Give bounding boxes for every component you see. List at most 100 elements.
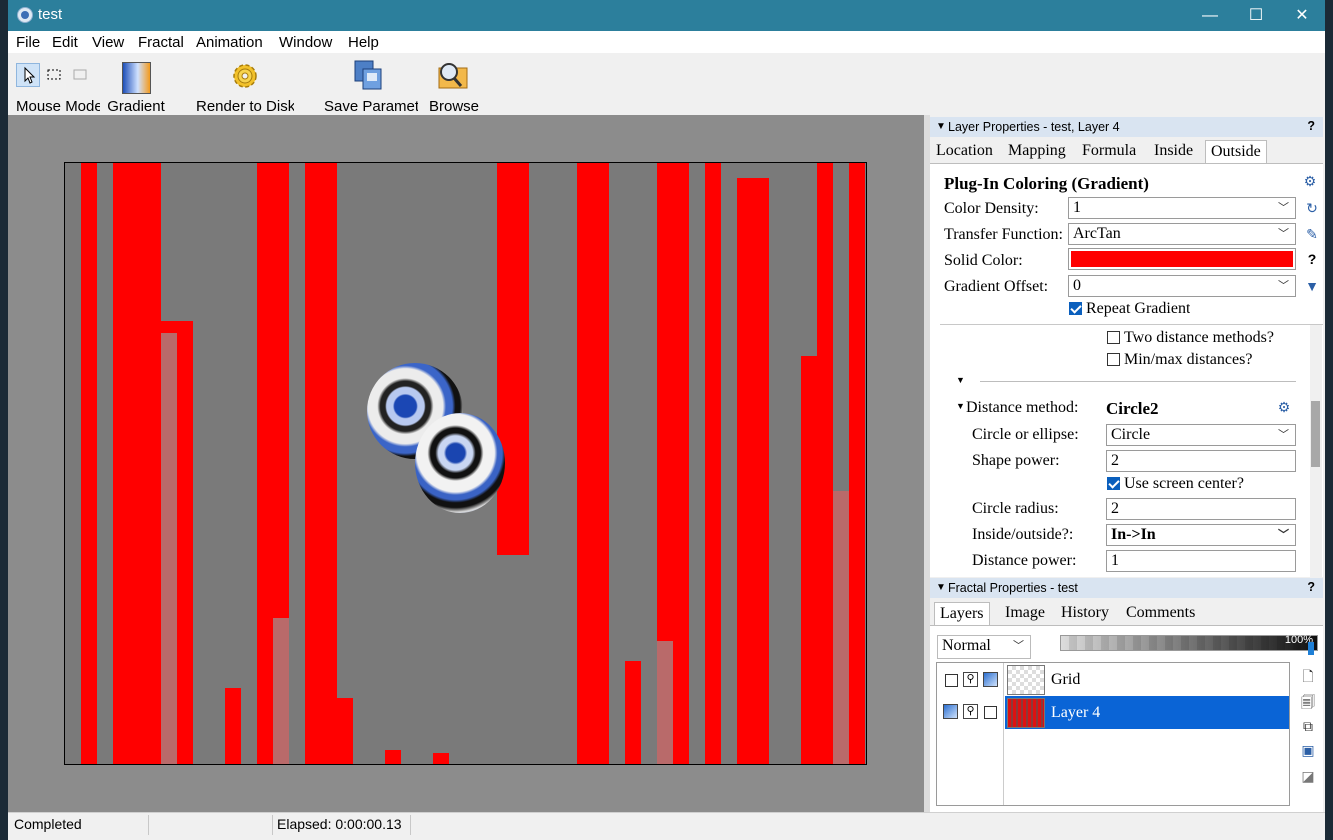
inside-outside-select[interactable]: In->In ﹀ (1106, 524, 1296, 546)
pointer-tool-button[interactable] (16, 63, 40, 87)
fractal-image[interactable] (64, 162, 867, 765)
circle-radius-field[interactable]: 2 (1106, 498, 1296, 520)
transfer-function-select[interactable]: ArcTan ﹀ (1068, 223, 1296, 245)
params-scrollbar[interactable] (1310, 325, 1322, 579)
edit-icon[interactable]: ✎ (1304, 226, 1320, 242)
zoom-icon[interactable]: ⚲ (963, 704, 978, 719)
two-distance-checkbox[interactable] (1107, 331, 1120, 344)
formula-params-scroll: Two distance methods? Min/max distances?… (940, 324, 1323, 579)
menu-help[interactable]: Help (348, 34, 379, 51)
fractal-properties-header[interactable]: ▼ Fractal Properties - test ? (930, 578, 1323, 598)
use-screen-center-checkbox[interactable] (1107, 477, 1120, 490)
fractal-red-band (849, 163, 865, 764)
tab-outside[interactable]: Outside (1205, 140, 1267, 163)
shape-power-field[interactable]: 2 (1106, 450, 1296, 472)
minimize-button[interactable]: — (1187, 0, 1233, 31)
tab-layers[interactable]: Layers (934, 602, 990, 625)
save-parameters-button[interactable] (352, 59, 388, 95)
menu-window[interactable]: Window (279, 34, 332, 51)
chevron-down-icon: ﹀ (1278, 528, 1289, 541)
new-layer-icon[interactable]: 🗋 (1300, 668, 1316, 684)
tab-history[interactable]: History (1056, 602, 1114, 624)
menu-fractal[interactable]: Fractal (138, 34, 184, 51)
zoom-icon[interactable]: ⚲ (963, 672, 978, 687)
render-to-disk-label: Render to Disk (196, 98, 294, 115)
solid-color-help[interactable]: ? (1304, 251, 1320, 267)
fractal-properties-help[interactable]: ? (1307, 580, 1315, 594)
scrollbar-thumb[interactable] (1311, 401, 1320, 467)
maximize-button[interactable]: ☐ (1233, 0, 1279, 31)
shape-power-label: Shape power: (972, 452, 1060, 469)
fractal-shaded-band (657, 641, 673, 764)
close-button[interactable]: ✕ (1279, 0, 1325, 31)
layer-properties-help[interactable]: ? (1307, 119, 1315, 133)
reset-icon[interactable]: ↻ (1304, 200, 1320, 216)
duplicate-layer-icon[interactable]: 🗐 (1300, 694, 1316, 710)
fractal-view[interactable] (8, 115, 924, 812)
menu-file[interactable]: File (16, 34, 40, 51)
two-distance-label: Two distance methods? (1124, 329, 1274, 346)
image-layer-icon[interactable] (943, 704, 958, 719)
tab-inside[interactable]: Inside (1149, 140, 1198, 162)
add-mask-icon[interactable]: ⧉ (1300, 718, 1316, 734)
tab-location[interactable]: Location (931, 140, 998, 162)
render-to-disk-button[interactable] (228, 59, 264, 95)
fractal-red-band (81, 163, 97, 764)
solid-color-fill (1071, 251, 1293, 267)
tab-mapping[interactable]: Mapping (1003, 140, 1071, 162)
collapse-icon[interactable]: ▼ (936, 582, 946, 593)
tab-formula[interactable]: Formula (1077, 140, 1141, 162)
solid-color-swatch[interactable] (1068, 248, 1296, 270)
fractal-properties-tabs: Layers Image History Comments (930, 602, 1323, 626)
browse-button[interactable] (436, 59, 472, 95)
gradient-icon (122, 62, 151, 94)
color-density-field[interactable]: 1 ﹀ (1068, 197, 1296, 219)
status-separator (148, 815, 149, 835)
inside-outside-value: In->In (1111, 526, 1156, 543)
cursor-icon (24, 66, 36, 84)
collapse-icon[interactable]: ▼ (956, 401, 965, 411)
layer-row[interactable]: ⚲ Grid (937, 663, 1289, 696)
tab-comments[interactable]: Comments (1121, 602, 1200, 624)
window-title: test (38, 6, 63, 23)
layer-visible-checkbox[interactable] (945, 674, 958, 687)
mask-icon[interactable] (983, 672, 998, 687)
coloring-plugin-icon[interactable]: ⚙ (1302, 173, 1318, 189)
menu-animation[interactable]: Animation (196, 34, 263, 51)
zoom-box-tool-button[interactable] (72, 66, 88, 82)
tab-image[interactable]: Image (1000, 602, 1050, 624)
fractal-red-band (497, 163, 529, 555)
minmax-checkbox[interactable] (1107, 353, 1120, 366)
opacity-slider[interactable]: 100% (1060, 634, 1318, 651)
collapse-icon[interactable]: ▼ (936, 121, 946, 132)
layer-mask-checkbox[interactable] (984, 706, 997, 719)
selection-icon (47, 69, 61, 80)
blend-mode-select[interactable]: Normal ﹀ (937, 635, 1031, 659)
layer-thumbnail (1007, 665, 1045, 695)
gradient-label: Gradient (107, 98, 165, 115)
distance-plugin-icon[interactable]: ⚙ (1276, 399, 1292, 415)
application-window: test — ☐ ✕ File Edit View Fractal Animat… (8, 0, 1325, 840)
layer-properties-header[interactable]: ▼ Layer Properties - test, Layer 4 ? (930, 117, 1323, 137)
repeat-gradient-checkbox[interactable] (1069, 302, 1082, 315)
status-separator (272, 815, 273, 835)
layer-row[interactable]: ⚲ Layer 4 (937, 696, 1289, 729)
layer-merge-icon[interactable]: ◪ (1300, 768, 1316, 784)
circle-ellipse-select[interactable]: Circle ﹀ (1106, 424, 1296, 446)
circle-radius-label: Circle radius: (972, 500, 1059, 517)
layer-name: Grid (1051, 671, 1081, 688)
triangle-down-icon[interactable]: ▼ (1304, 278, 1320, 294)
transfer-function-label: Transfer Function: (944, 226, 1063, 243)
distance-power-field[interactable]: 1 (1106, 550, 1296, 572)
browse-folder-icon (438, 63, 468, 89)
section-divider (980, 381, 1296, 382)
opacity-slider-handle[interactable] (1308, 642, 1314, 655)
menu-edit[interactable]: Edit (52, 34, 78, 51)
layer-image-icon[interactable]: ▣ (1300, 742, 1316, 758)
select-rect-tool-button[interactable] (46, 66, 62, 82)
gradient-offset-field[interactable]: 0 ﹀ (1068, 275, 1296, 297)
collapse-icon[interactable]: ▼ (956, 375, 965, 385)
status-text: Completed (14, 816, 82, 832)
menu-view[interactable]: View (92, 34, 124, 51)
inside-outside-label: Inside/outside?: (972, 526, 1074, 543)
